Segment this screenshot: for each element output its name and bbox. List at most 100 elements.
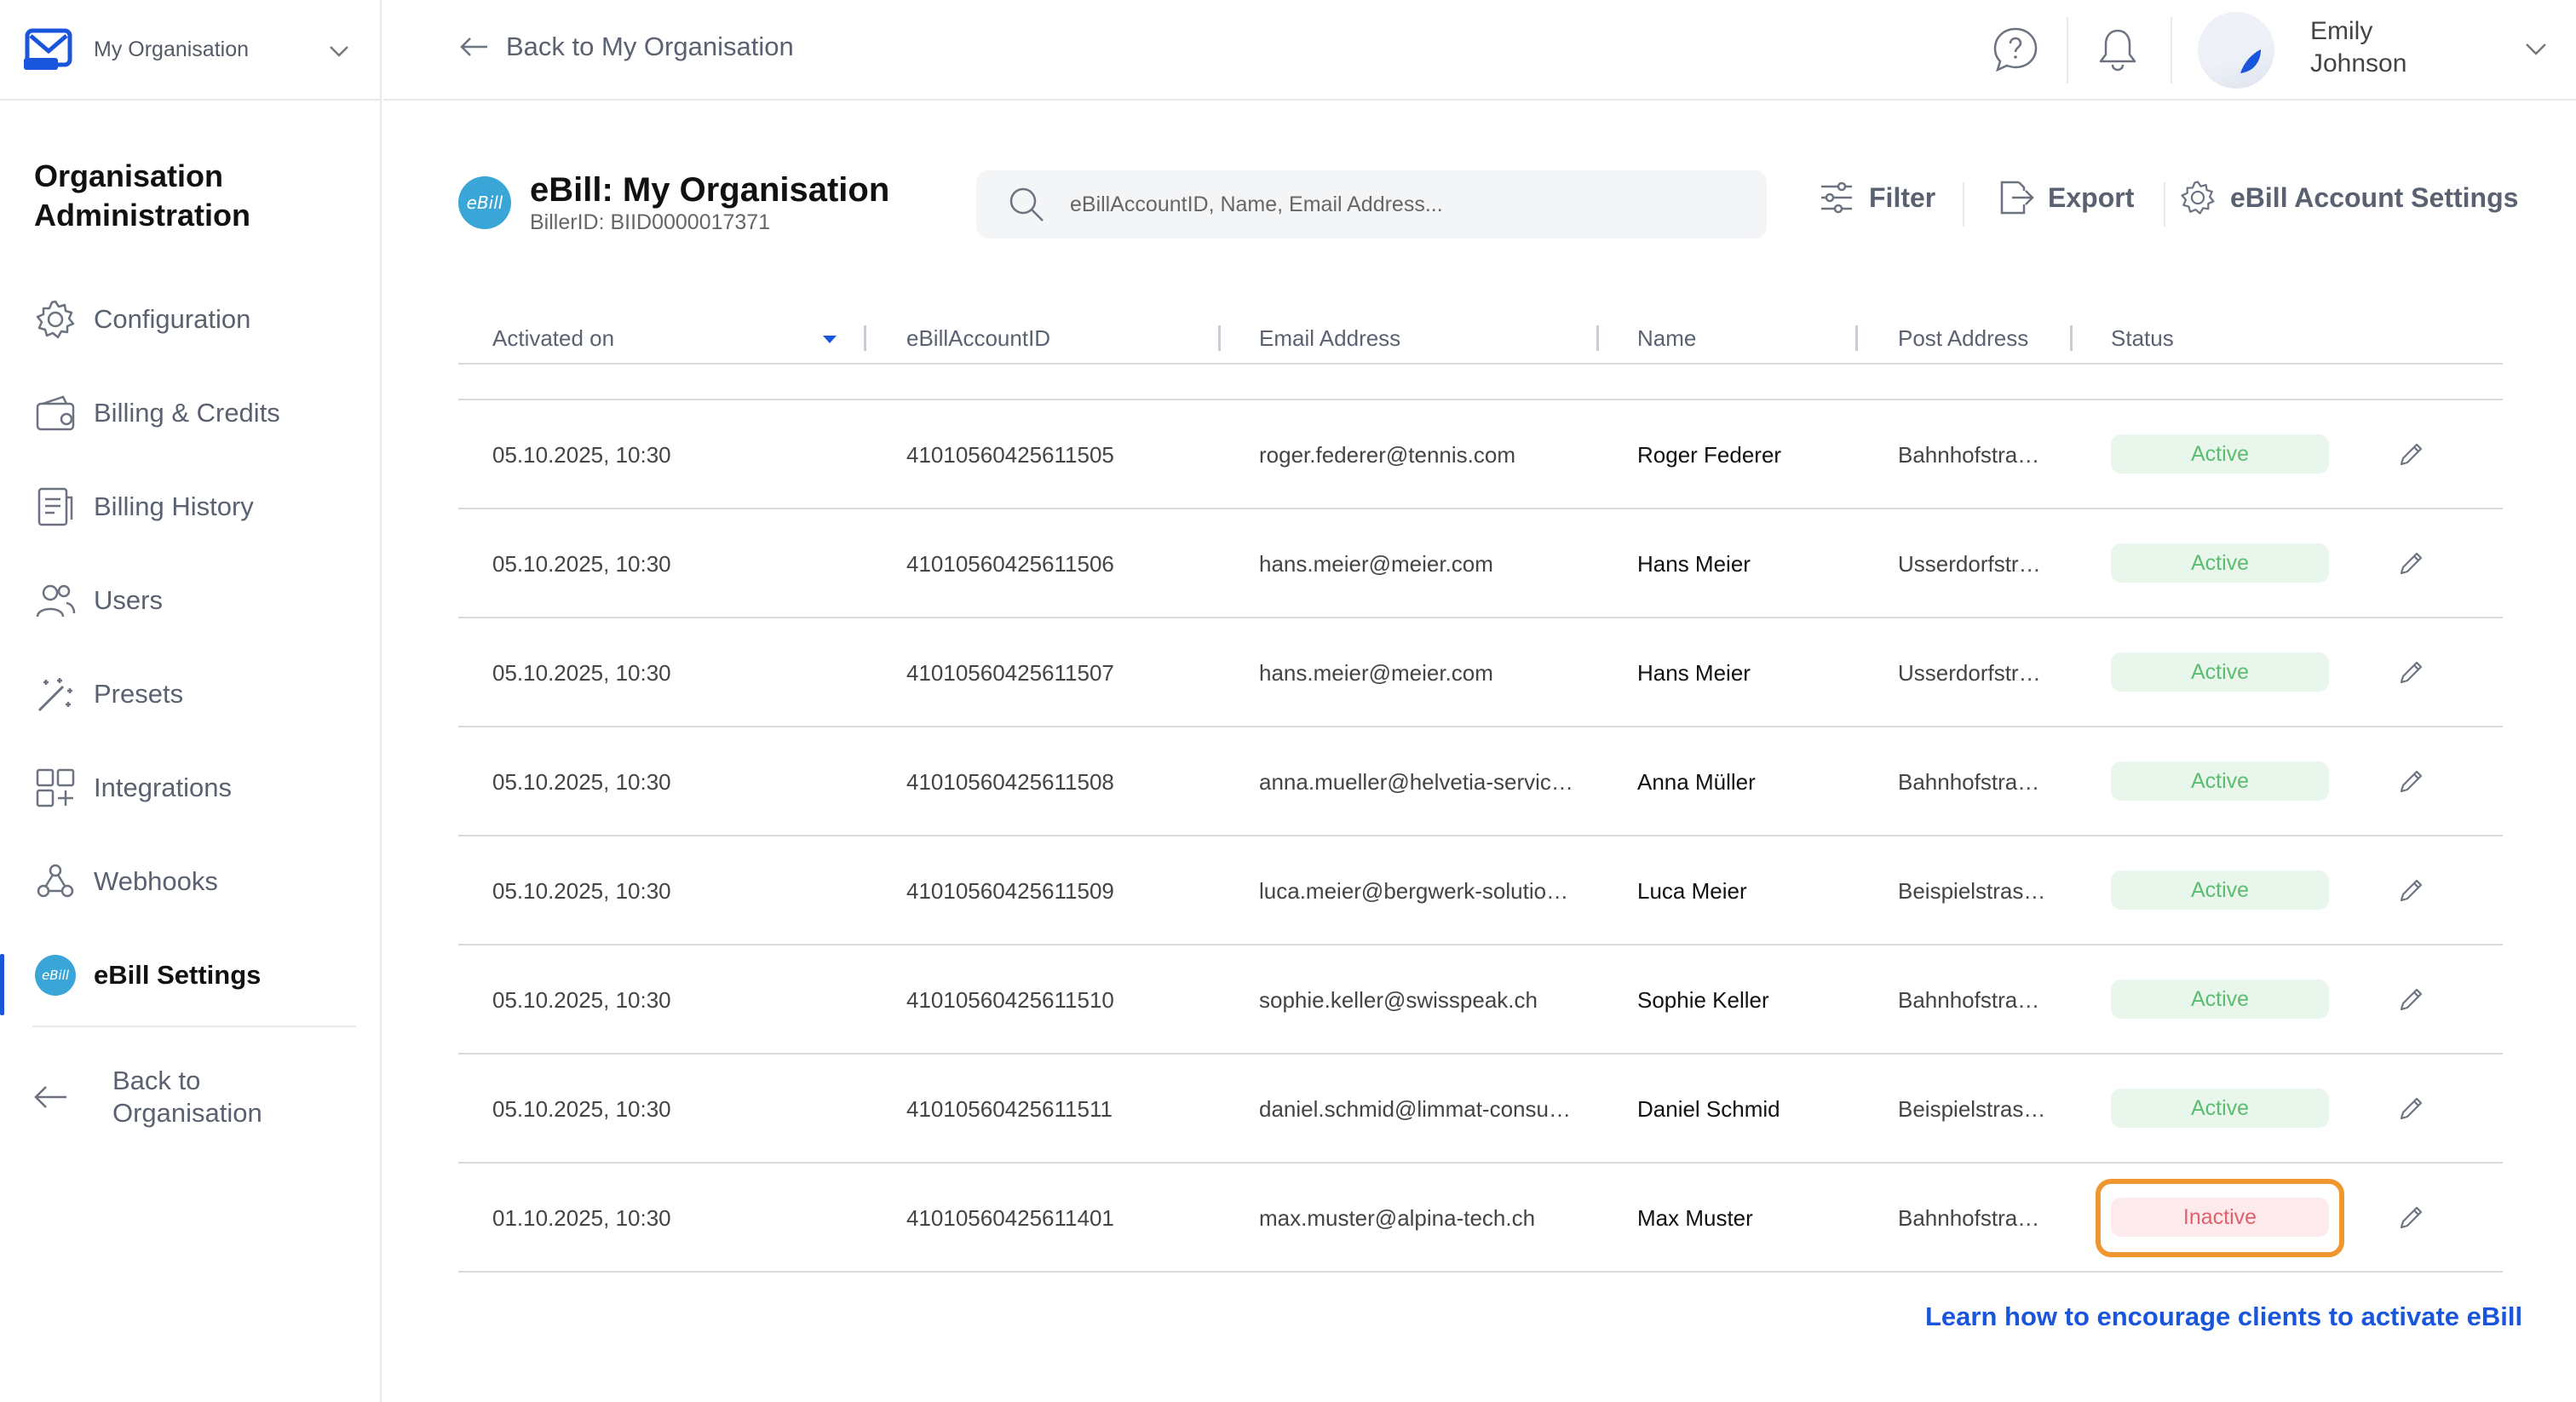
- pencil-icon[interactable]: [2394, 438, 2428, 472]
- sidebar-item-webhooks[interactable]: Webhooks: [0, 835, 380, 928]
- table-header: Activated on eBillAccountID Email Addres…: [458, 315, 2503, 365]
- column-header-activated[interactable]: Activated on: [492, 325, 614, 352]
- avatar[interactable]: [2198, 12, 2274, 89]
- cell-account-id: 41010560425611507: [906, 659, 1114, 686]
- cell-name: Sophie Keller: [1637, 986, 1769, 1013]
- pencil-icon[interactable]: [2394, 1201, 2428, 1235]
- user-name[interactable]: Emily Johnson: [2310, 15, 2438, 80]
- search-input[interactable]: [1070, 192, 1717, 217]
- cell-account-id: 41010560425611506: [906, 550, 1114, 577]
- sidebar-item-ebill-settings[interactable]: eBill eBill Settings: [0, 928, 380, 1022]
- column-separator: [1596, 325, 1599, 351]
- sidebar-item-label: Billing History: [94, 491, 254, 521]
- status-badge: Active: [2111, 871, 2329, 910]
- column-separator: [864, 325, 866, 351]
- sidebar-item-presets[interactable]: Presets: [0, 647, 380, 741]
- ebill-icon: eBill: [32, 952, 78, 998]
- arrow-left-icon: [460, 37, 487, 56]
- cell-post-address: Beispielstras…: [1898, 877, 2046, 904]
- sidebar-item-billing-history[interactable]: Billing History: [0, 460, 380, 554]
- ebill-logo: eBill: [458, 176, 511, 229]
- sidebar-item-label: eBill Settings: [94, 960, 262, 990]
- export-label: Export: [2048, 181, 2135, 213]
- back-to-my-organisation-link[interactable]: Back to My Organisation: [458, 31, 794, 63]
- gear-icon: [2181, 181, 2215, 215]
- cell-email: sophie.keller@swisspeak.ch: [1259, 986, 1538, 1013]
- sidebar-item-users[interactable]: Users: [0, 554, 380, 647]
- pencil-icon[interactable]: [2394, 656, 2428, 690]
- cell-email: hans.meier@meier.com: [1259, 550, 1493, 577]
- column-separator: [1218, 325, 1221, 351]
- cell-activated: 01.10.2025, 10:30: [492, 1204, 671, 1231]
- gear-icon: [32, 296, 78, 342]
- user-last-name: Johnson: [2310, 49, 2407, 78]
- magic-wand-icon: [32, 671, 78, 717]
- cell-post-address: Bahnhofstra…: [1898, 1204, 2040, 1231]
- table-row[interactable]: 05.10.2025, 10:30 41010560425611507 hans…: [458, 618, 2503, 727]
- cell-activated: 05.10.2025, 10:30: [492, 986, 671, 1013]
- table-row[interactable]: 05.10.2025, 10:30 41010560425611509 luca…: [458, 836, 2503, 945]
- status-badge: Inactive: [2111, 1198, 2329, 1237]
- sidebar-item-integrations[interactable]: Integrations: [0, 741, 380, 835]
- sidebar-item-billing-credits[interactable]: Billing & Credits: [0, 366, 380, 460]
- filter-button[interactable]: Filter: [1818, 179, 1935, 216]
- column-header-post-address[interactable]: Post Address: [1898, 325, 2028, 352]
- sidebar: My Organisation Organisation Administrat…: [0, 0, 382, 1402]
- cell-account-id: 41010560425611511: [906, 1095, 1113, 1122]
- sort-desc-icon[interactable]: [823, 336, 837, 343]
- help-icon[interactable]: [1990, 24, 2041, 75]
- toolbar-separator: [1963, 182, 1964, 227]
- document-icon: [32, 484, 78, 530]
- cell-name: Luca Meier: [1637, 877, 1747, 904]
- pencil-icon[interactable]: [2394, 1092, 2428, 1126]
- cell-account-id: 41010560425611509: [906, 877, 1114, 904]
- toolbar-separator: [2164, 182, 2165, 227]
- learn-encourage-link[interactable]: Learn how to encourage clients to activa…: [1925, 1301, 2522, 1332]
- pencil-icon[interactable]: [2394, 874, 2428, 908]
- cell-name: Hans Meier: [1637, 659, 1751, 686]
- table-row[interactable]: 05.10.2025, 10:30 41010560425611508 anna…: [458, 727, 2503, 836]
- topbar-separator: [2067, 17, 2068, 83]
- column-header-status[interactable]: Status: [2111, 325, 2174, 352]
- org-name: My Organisation: [94, 37, 250, 61]
- table-row[interactable]: 05.10.2025, 10:30 41010560425611511 dani…: [458, 1054, 2503, 1164]
- back-to-organisation-link[interactable]: Back to Organisation: [32, 1065, 300, 1129]
- search-bar[interactable]: [976, 170, 1767, 238]
- status-badge: Active: [2111, 434, 2329, 474]
- sidebar-item-configuration[interactable]: Configuration: [0, 273, 380, 366]
- cell-email: roger.federer@tennis.com: [1259, 441, 1515, 468]
- column-header-account-id[interactable]: eBillAccountID: [906, 325, 1050, 352]
- users-icon: [32, 577, 78, 623]
- filter-sliders-icon: [1821, 181, 1852, 214]
- cell-activated: 05.10.2025, 10:30: [492, 659, 671, 686]
- ebill-account-settings-button[interactable]: eBill Account Settings: [2179, 179, 2518, 216]
- cell-post-address: Usserdorfstr…: [1898, 550, 2041, 577]
- export-button[interactable]: Export: [1997, 179, 2134, 216]
- sidebar-item-label: Webhooks: [94, 866, 218, 896]
- chevron-down-icon[interactable]: [325, 37, 353, 65]
- sidebar-nav: Configuration Billing & Credits Billing …: [0, 273, 380, 1022]
- table-row[interactable]: 05.10.2025, 10:30 41010560425611510 soph…: [458, 945, 2503, 1054]
- column-header-name[interactable]: Name: [1637, 325, 1696, 352]
- chevron-down-icon[interactable]: [2521, 34, 2550, 63]
- sidebar-item-label: Presets: [94, 679, 184, 709]
- cell-post-address: Bahnhofstra…: [1898, 986, 2040, 1013]
- ebill-badge-text: eBill: [35, 955, 76, 996]
- cell-activated: 05.10.2025, 10:30: [492, 768, 671, 795]
- cell-name: Hans Meier: [1637, 550, 1751, 577]
- table-row[interactable]: 01.10.2025, 10:30 41010560425611401 max.…: [458, 1164, 2503, 1273]
- table-row[interactable]: 05.10.2025, 10:30 41010560425611506 hans…: [458, 509, 2503, 618]
- pencil-icon[interactable]: [2394, 547, 2428, 581]
- bell-icon[interactable]: [2092, 24, 2143, 75]
- pencil-icon[interactable]: [2394, 765, 2428, 799]
- export-icon: [2000, 181, 2034, 215]
- filter-label: Filter: [1869, 181, 1936, 213]
- cell-account-id: 41010560425611510: [906, 986, 1114, 1013]
- search-icon: [1009, 187, 1044, 221]
- sidebar-item-label: Billing & Credits: [94, 398, 280, 428]
- pencil-icon[interactable]: [2394, 983, 2428, 1017]
- org-switcher[interactable]: My Organisation: [0, 0, 382, 101]
- column-header-email[interactable]: Email Address: [1259, 325, 1400, 352]
- cell-account-id: 41010560425611508: [906, 768, 1114, 795]
- table-row[interactable]: 05.10.2025, 10:30 41010560425611505 roge…: [458, 400, 2503, 509]
